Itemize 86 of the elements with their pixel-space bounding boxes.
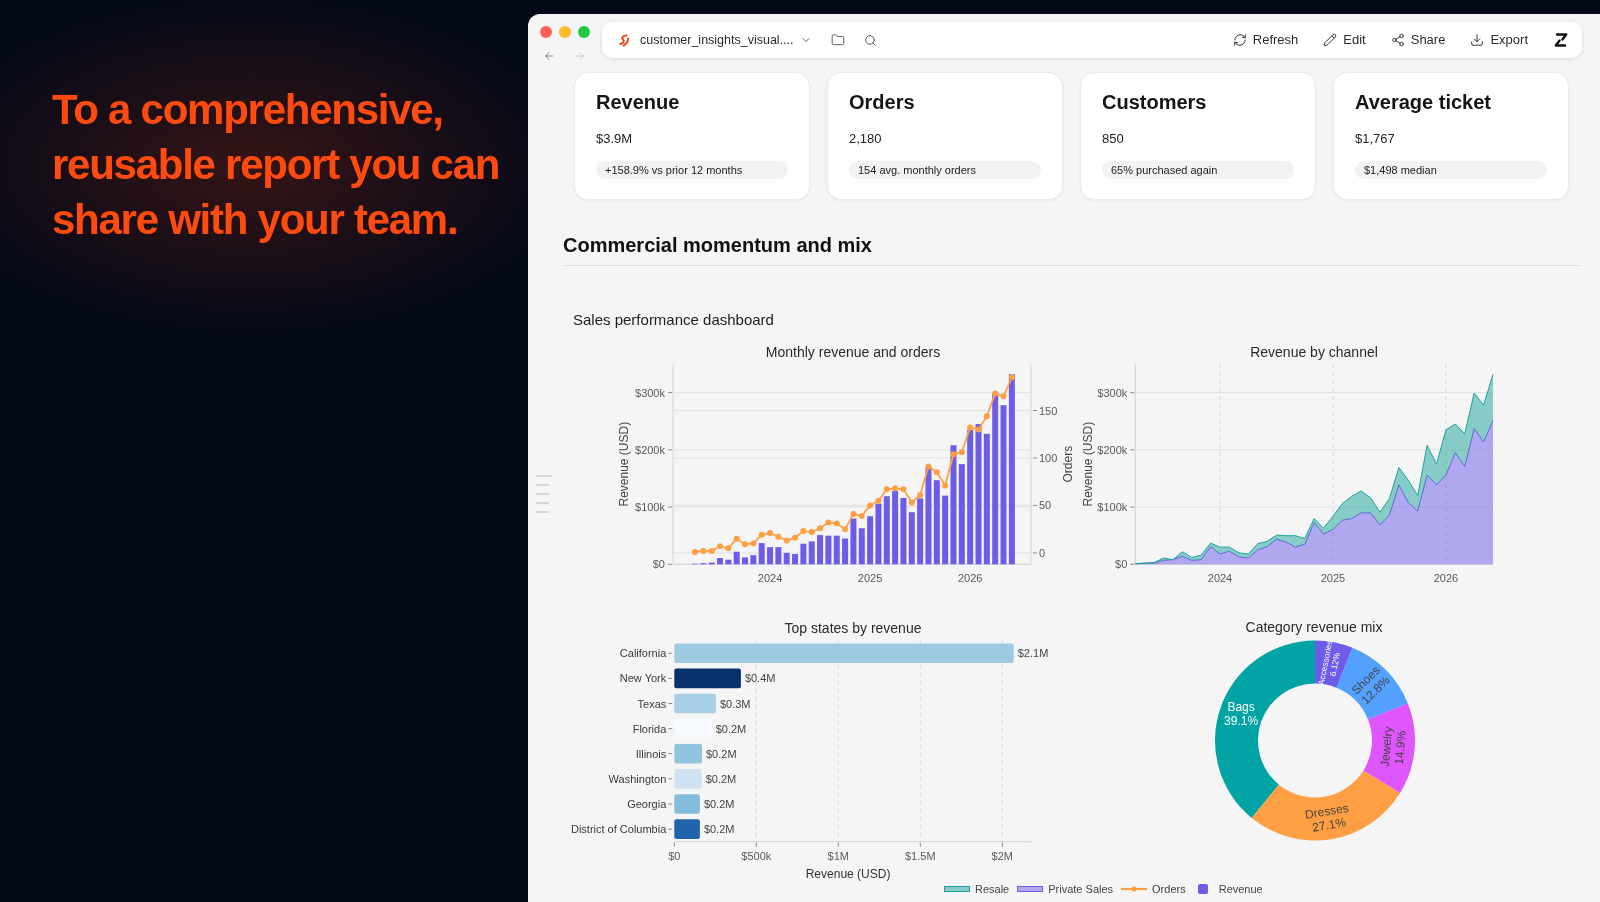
category-label: Georgia — [627, 798, 667, 810]
kpi-value: 2,180 — [849, 131, 882, 147]
slice-label: Bags 39.1% — [1224, 700, 1259, 729]
axis-tick-label: 100 — [1039, 452, 1058, 464]
axis-tick-label: 2026 — [1433, 572, 1459, 585]
category-label: Florida — [632, 722, 667, 735]
axis-tick-label: $1.5M — [905, 849, 936, 862]
minimize-icon[interactable] — [559, 26, 571, 38]
axis-title: Revenue (USD) — [805, 867, 891, 881]
share-button[interactable]: Share — [1390, 30, 1446, 50]
chart-title: Revenue by channel — [1250, 344, 1378, 360]
axis-tick-label: $1M — [827, 849, 849, 862]
legend-label: Orders — [1152, 882, 1186, 896]
axis-tick-label: $500k — [741, 849, 772, 862]
axis-tick-label: $300k — [635, 386, 665, 399]
axis-tick-label: 2025 — [1320, 572, 1346, 585]
slice-label: Jewelry 14.9% — [1377, 725, 1409, 768]
legend-label: Private Sales — [1048, 882, 1114, 896]
legend-label: Resale — [975, 882, 1010, 896]
refresh-button[interactable]: Refresh — [1232, 30, 1299, 50]
kpi-note: +158.9% vs prior 12 months — [596, 161, 788, 179]
kpi-note: 65% purchased again — [1102, 161, 1294, 179]
close-icon[interactable] — [540, 26, 552, 38]
value-label: $2.1M — [1017, 647, 1049, 660]
axis-title: Revenue (USD) — [617, 421, 631, 507]
axis-tick-label: $2M — [991, 849, 1013, 862]
axis-tick-label: 2024 — [757, 572, 783, 585]
download-icon — [1470, 33, 1485, 47]
section-title: Commercial momentum and mix — [563, 233, 872, 257]
kpi-value: $1,767 — [1355, 131, 1395, 147]
kpi-title: Revenue — [596, 90, 680, 114]
category-label: Texas — [637, 697, 667, 710]
export-button[interactable]: Export — [1470, 30, 1528, 50]
axis-title: Revenue (USD) — [1081, 421, 1095, 507]
axis-tick-label: 2024 — [1207, 572, 1233, 585]
axis-title: Orders — [1061, 445, 1075, 483]
chart-title: Monthly revenue and orders — [765, 344, 941, 360]
value-label: $0.4M — [744, 672, 776, 685]
chart-title: Category revenue mix — [1245, 619, 1383, 635]
search-icon[interactable] — [863, 33, 877, 47]
value-label: $0.2M — [715, 722, 747, 735]
axis-tick-label: $300k — [1097, 386, 1128, 399]
value-label: $0.3M — [719, 697, 751, 710]
category-label: California — [619, 647, 667, 660]
axis-tick-label: $200k — [635, 443, 665, 456]
refresh-icon — [1232, 33, 1247, 47]
axis-tick-label: $200k — [1097, 443, 1128, 456]
value-label: $0.2M — [703, 823, 735, 836]
category-label: District of Columbia — [570, 823, 667, 836]
category-label: Illinois — [635, 747, 667, 760]
kpi-note: 154 avg. monthly orders — [849, 161, 1041, 179]
maximize-icon[interactable] — [578, 26, 590, 38]
category-label: New York — [619, 672, 667, 685]
headline: To a comprehensive, reusable report you can share with your team. — [52, 85, 501, 245]
kpi-value: $3.9M — [596, 131, 633, 147]
axis-tick-label: $0 — [668, 849, 681, 862]
chart-title: Top states by revenue — [784, 620, 922, 636]
axis-tick-label: 150 — [1039, 404, 1058, 417]
kpi-value: 850 — [1102, 131, 1124, 147]
edit-button[interactable]: Edit — [1323, 30, 1366, 50]
axis-tick-label: $100k — [1097, 501, 1128, 514]
slice-label: Dresses 27.1% — [1304, 800, 1350, 835]
dashboard-title: Sales performance dashboard — [573, 311, 774, 329]
legend-label: Revenue — [1218, 882, 1263, 896]
pencil-icon — [1323, 33, 1338, 47]
kpi-note: $1,498 median — [1355, 161, 1547, 179]
axis-tick-label: 2025 — [857, 572, 883, 585]
file-name-dropdown[interactable]: customer_insights_visual.... — [640, 30, 812, 50]
axis-tick-label: $0 — [1115, 558, 1128, 571]
value-label: $0.2M — [703, 798, 735, 810]
value-label: $0.2M — [705, 772, 737, 785]
category-label: Washington — [608, 772, 667, 785]
axis-tick-label: 0 — [1039, 546, 1046, 559]
arrow-left-icon[interactable] — [543, 50, 555, 62]
drag-handle-icon[interactable] — [535, 475, 553, 513]
value-label: $0.2M — [706, 747, 737, 760]
kpi-title: Orders — [849, 90, 915, 114]
axis-tick-label: $0 — [652, 558, 665, 571]
logo-icon[interactable] — [1553, 32, 1569, 48]
folder-icon[interactable] — [830, 33, 845, 47]
share-icon — [1390, 33, 1405, 47]
kpi-title: Average ticket — [1355, 90, 1491, 114]
axis-tick-label: $100k — [635, 501, 665, 514]
axis-tick-label: 50 — [1039, 499, 1052, 512]
axis-tick-label: 2026 — [957, 572, 983, 585]
kpi-title: Customers — [1102, 90, 1207, 114]
